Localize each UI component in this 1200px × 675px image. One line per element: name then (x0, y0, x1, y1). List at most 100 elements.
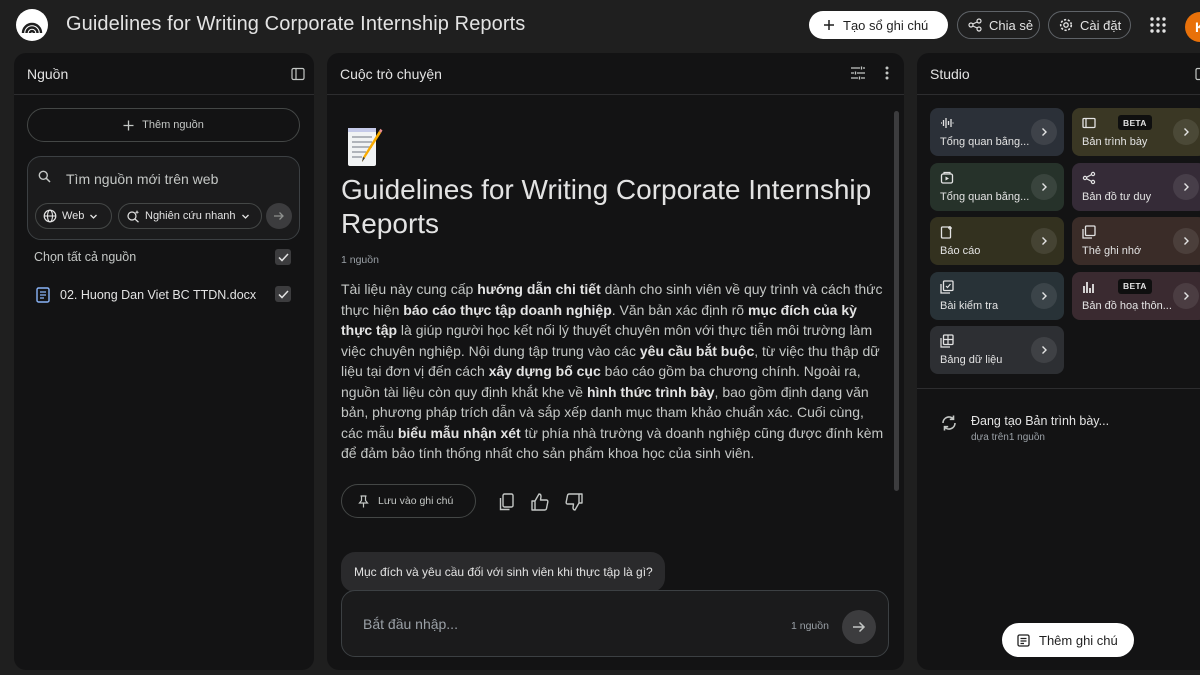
copy-icon[interactable] (497, 492, 517, 512)
check-icon (277, 289, 289, 299)
summary-text: . Văn bản xác định rõ (611, 301, 748, 318)
studio-tile-open-button[interactable] (1031, 228, 1057, 254)
chevron-right-icon (1184, 237, 1189, 245)
studio-tile[interactable]: Bản đồ tư duy (1072, 162, 1200, 211)
video-icon (940, 171, 954, 184)
sync-icon (942, 415, 956, 431)
notebooklm-logo[interactable] (16, 9, 48, 41)
create-notebook-label: Tạo sổ ghi chú (843, 17, 929, 33)
flashcards-icon (1082, 225, 1096, 239)
chevron-down-icon (90, 214, 98, 219)
web-filter-chip[interactable]: Web (35, 203, 112, 229)
plus-icon (123, 120, 134, 130)
studio-tile[interactable]: Thẻ ghi nhớ (1072, 217, 1200, 265)
studio-tile[interactable]: Báo cáo (930, 217, 1064, 265)
search-submit-button[interactable] (266, 203, 292, 229)
chevron-down-icon (241, 214, 249, 219)
web-source-search: Tìm nguồn mới trên web Web Nghiên cứu nh… (27, 156, 300, 240)
studio-header: Studio (917, 53, 1200, 95)
collapse-panel-icon[interactable] (291, 67, 305, 81)
select-all-label: Chọn tất cả nguồn (34, 250, 137, 264)
memo-emoji-icon (348, 128, 383, 166)
studio-tile-label: Tổng quan bằng... (940, 190, 1030, 203)
studio-divider (917, 388, 1200, 389)
research-chip-label: Nghiên cứu nhanh (145, 210, 236, 222)
notebook-title[interactable]: Guidelines for Writing Corporate Interns… (66, 13, 525, 36)
share-button[interactable]: Chia sẻ (957, 11, 1040, 39)
globe-icon (43, 209, 57, 223)
slides-icon (1082, 117, 1096, 129)
source-item-checkbox[interactable] (275, 286, 291, 302)
infographic-icon (1083, 281, 1094, 293)
chevron-right-icon (1184, 128, 1189, 136)
studio-tile[interactable]: Tổng quan bằng... (930, 162, 1064, 211)
settings-button[interactable]: Cài đặt (1048, 11, 1131, 39)
source-item[interactable]: 02. Huong Dan Viet BC TTDN.docx (36, 286, 256, 304)
share-icon (968, 18, 982, 32)
summary-highlight: yêu cầu bắt buộc (639, 342, 755, 359)
studio-title: Studio (930, 66, 970, 82)
apps-grid-icon[interactable] (1149, 16, 1167, 34)
studio-tile-label: Tổng quan bằng... (940, 136, 1030, 148)
studio-tile-open-button[interactable] (1173, 119, 1199, 145)
collapse-panel-icon[interactable] (1195, 67, 1200, 81)
studio-tile-open-button[interactable] (1031, 119, 1057, 145)
thumbs-up-icon[interactable] (530, 492, 550, 512)
note-icon (1017, 633, 1030, 647)
document-title: Guidelines for Writing Corporate Interns… (341, 174, 872, 239)
beta-badge: BETA (1118, 115, 1152, 130)
quiz-icon (940, 279, 954, 294)
studio-tile-label: Thẻ ghi nhớ (1082, 245, 1142, 257)
tune-icon[interactable] (850, 65, 866, 81)
studio-tile-open-button[interactable] (1031, 337, 1057, 363)
chevron-right-icon (1042, 237, 1047, 245)
more-vert-icon[interactable] (884, 65, 890, 81)
generating-title: Đang tạo Bản trình bày... (971, 414, 1110, 428)
studio-tile[interactable]: Bảng dữ liệu (930, 326, 1064, 374)
studio-tile[interactable]: Bài kiểm tra (930, 271, 1064, 320)
select-all-checkbox[interactable] (275, 249, 291, 265)
chevron-right-icon (1042, 291, 1047, 300)
data-table-icon (940, 334, 954, 348)
studio-tile-label: Báo cáo (940, 245, 981, 257)
studio-tile-open-button[interactable] (1031, 173, 1057, 200)
studio-tile-open-button[interactable] (1173, 282, 1199, 309)
research-mode-chip[interactable]: Nghiên cứu nhanh (118, 203, 262, 229)
chat-input[interactable]: Bắt đầu nhập... (363, 616, 458, 632)
summary-highlight: xây dựng bố cục (488, 363, 601, 379)
chat-scrollbar[interactable] (894, 111, 899, 491)
add-source-button[interactable]: Thêm nguồn (27, 108, 300, 142)
chat-title: Cuộc trò chuyện (340, 66, 442, 82)
studio-tile[interactable]: BETA Bản trình bày (1072, 108, 1200, 156)
mind-map-icon (1082, 171, 1096, 184)
sources-title: Nguồn (27, 66, 69, 82)
add-note-button[interactable]: Thêm ghi chú (1002, 623, 1134, 657)
studio-tile-label: Bài kiểm tra (940, 299, 999, 312)
chevron-right-icon (1184, 182, 1189, 191)
chat-header: Cuộc trò chuyện (327, 53, 904, 95)
studio-tile[interactable]: BETA Bản đồ hoạ thôn... (1072, 271, 1200, 320)
send-button[interactable] (842, 610, 876, 644)
document-summary: Tài liệu này cung cấp hướng dẫn chi tiết… (341, 279, 884, 464)
sources-panel: Nguồn Thêm nguồn Tìm nguồn mới trên web … (14, 53, 314, 670)
audio-waveform-icon (941, 118, 954, 128)
beta-badge: BETA (1118, 278, 1152, 294)
studio-tile-open-button[interactable] (1173, 228, 1199, 254)
logo-icon (21, 22, 43, 34)
document-icon (36, 287, 50, 303)
arrow-right-icon (274, 212, 284, 220)
studio-tile[interactable]: Tổng quan bằng... (930, 108, 1064, 156)
web-chip-label: Web (62, 210, 85, 222)
settings-label: Cài đặt (1080, 17, 1122, 33)
studio-tile-open-button[interactable] (1031, 282, 1057, 309)
search-input[interactable]: Tìm nguồn mới trên web (66, 171, 218, 187)
avatar[interactable]: K (1185, 12, 1200, 42)
suggested-question[interactable]: Mục đích và yêu cầu đối với sinh viên kh… (341, 552, 665, 592)
arrow-right-icon (853, 621, 866, 633)
sources-header: Nguồn (14, 53, 314, 95)
save-to-note-button[interactable]: Lưu vào ghi chú (341, 484, 476, 518)
source-count: 1 nguồn (341, 254, 379, 266)
studio-tile-open-button[interactable] (1173, 173, 1199, 200)
create-notebook-button[interactable]: Tạo sổ ghi chú (809, 11, 948, 39)
thumbs-down-icon[interactable] (564, 492, 584, 512)
